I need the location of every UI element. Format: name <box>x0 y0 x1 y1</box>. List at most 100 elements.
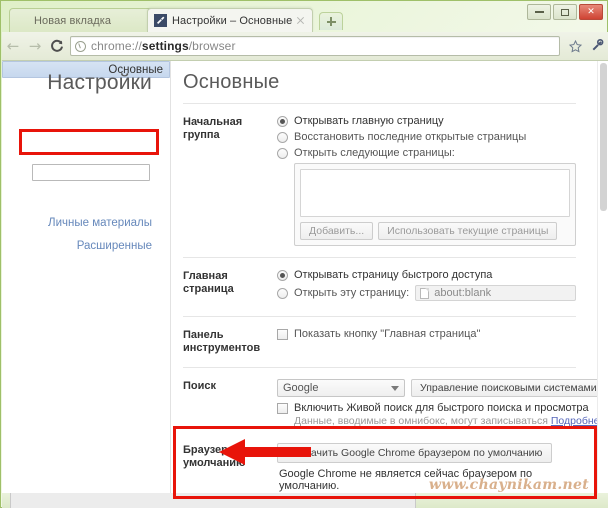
close-icon[interactable] <box>295 15 306 26</box>
forward-button[interactable]: → <box>24 35 46 57</box>
sidebar-item-advanced[interactable]: Расширенные <box>77 240 152 252</box>
settings-page: Настройки Основные Личные материалы Расш… <box>2 61 608 493</box>
close-window-button[interactable]: ✕ <box>579 4 603 20</box>
scrollbar-thumb[interactable] <box>600 63 607 211</box>
page-info-icon[interactable] <box>75 40 86 52</box>
document-icon <box>420 287 430 299</box>
sidebar-item-label: Личные материалы <box>48 217 152 229</box>
option-label: Открывать страницу быстрого доступа <box>294 269 493 281</box>
search-engine-select[interactable]: Google <box>277 379 405 397</box>
section-label: Начальная группа <box>183 116 243 141</box>
option-label: Открыть следующие страницы: <box>294 147 455 159</box>
chevron-down-icon <box>391 385 399 391</box>
option-label: Открывать главную страницу <box>294 115 444 127</box>
bookmark-button[interactable] <box>564 35 586 57</box>
startup-pages-list[interactable] <box>300 169 570 217</box>
radio-custom-homepage[interactable]: Открыть эту страницу: about:blank <box>277 285 576 301</box>
homepage-url-input[interactable]: about:blank <box>415 285 576 301</box>
radio-icon <box>277 115 288 127</box>
radio-icon <box>277 287 288 299</box>
checkbox-instant-search[interactable]: Включить Живой поиск для быстрого поиска… <box>277 402 608 414</box>
option-label: Восстановить последние открытые страницы <box>294 131 527 143</box>
checkbox-icon <box>277 402 288 414</box>
arrow-right-icon: → <box>28 36 42 55</box>
default-browser-status: Google Chrome не является сейчас браузер… <box>279 468 533 492</box>
section-label-line2: умолчанию <box>183 457 246 469</box>
browser-window: Новая вкладка Настройки – Основные ✕ ← →… <box>0 0 608 508</box>
add-page-button[interactable]: Добавить... <box>300 222 374 240</box>
plus-icon <box>326 17 336 26</box>
instant-note-text: Данные, вводимые в омнибокс, могут запис… <box>294 415 548 427</box>
section-label: Главная страница <box>183 270 234 295</box>
section-startup: Начальная группа Открывать главную стран… <box>183 115 576 246</box>
page-title: Настройки <box>47 71 152 94</box>
manage-search-engines-button[interactable]: Управление поисковыми системами... <box>411 379 608 397</box>
bottom-panel <box>10 493 416 508</box>
option-label: Включить Живой поиск для быстрого поиска… <box>294 402 589 414</box>
search-engine-value: Google <box>283 382 319 394</box>
radio-icon <box>277 269 288 281</box>
settings-main-panel: Основные Начальная группа Открывать глав… <box>171 61 608 493</box>
sidebar-item-personal[interactable]: Личные материалы <box>48 217 152 229</box>
star-icon <box>568 39 582 53</box>
window-bottom-strip <box>2 493 608 508</box>
new-tab-button[interactable] <box>319 12 343 30</box>
reload-button[interactable] <box>46 35 68 57</box>
maximize-button[interactable] <box>553 4 577 20</box>
section-body: Открывать страницу быстрого доступа Откр… <box>277 269 576 305</box>
search-input[interactable] <box>32 164 150 181</box>
settings-sidebar: Настройки Основные Личные материалы Расш… <box>2 61 170 493</box>
section-toolbar: Панель инструментов Показать кнопку "Гла… <box>183 328 576 355</box>
arrow-left-icon: ← <box>6 36 20 55</box>
section-default-browser: Браузер по умолчанию Назначить Google Ch… <box>183 443 576 492</box>
tab-title: Новая вкладка <box>34 14 112 27</box>
radio-restore-session[interactable]: Восстановить последние открытые страницы <box>277 131 576 143</box>
browser-toolbar: ← → chrome://settings/browser <box>2 32 608 61</box>
divider <box>183 257 576 258</box>
back-button[interactable]: ← <box>2 35 24 57</box>
section-title: Основные <box>183 71 280 93</box>
radio-open-homepage[interactable]: Открывать главную страницу <box>277 115 576 127</box>
section-label: Браузер по умолчанию <box>183 443 277 492</box>
section-body: Открывать главную страницу Восстановить … <box>277 115 576 246</box>
radio-newtab-page[interactable]: Открывать страницу быстрого доступа <box>277 269 576 281</box>
section-label: Панель инструментов <box>183 328 277 355</box>
tab-settings[interactable]: Настройки – Основные <box>147 8 313 32</box>
radio-icon <box>277 147 288 159</box>
window-controls: ✕ <box>527 4 603 20</box>
section-body: Google Управление поисковыми системами..… <box>277 379 608 427</box>
tab-strip: Новая вкладка Настройки – Основные ✕ <box>1 1 607 32</box>
startup-buttons: Добавить... Использовать текущие страниц… <box>295 217 575 245</box>
section-label: Поиск <box>183 380 217 392</box>
page-scrollbar[interactable] <box>597 61 608 493</box>
divider <box>183 103 576 104</box>
tab-new-tab[interactable]: Новая вкладка <box>9 8 169 32</box>
address-bar[interactable]: chrome://settings/browser <box>70 36 560 56</box>
minimize-button[interactable] <box>527 4 551 20</box>
chrome-menu-button[interactable] <box>586 35 608 57</box>
radio-open-specific-pages[interactable]: Открыть следующие страницы: <box>277 147 576 159</box>
use-current-pages-button[interactable]: Использовать текущие страницы <box>378 222 558 240</box>
radio-icon <box>277 131 288 143</box>
section-homepage: Главная страница Открывать страницу быст… <box>183 269 576 305</box>
option-label: Открыть эту страницу: <box>294 287 410 299</box>
tab-title: Настройки – Основные <box>172 14 293 27</box>
search-engine-row: Google Управление поисковыми системами..… <box>277 379 608 397</box>
reload-icon <box>51 39 63 52</box>
close-icon: ✕ <box>587 6 595 17</box>
homepage-url-value: about:blank <box>434 287 492 299</box>
option-label: Показать кнопку "Главная страница" <box>294 328 481 340</box>
section-label-line2: инструментов <box>183 342 261 354</box>
wrench-icon <box>592 39 604 51</box>
make-default-browser-button[interactable]: Назначить Google Chrome браузером по умо… <box>277 443 553 463</box>
checkbox-show-home-button[interactable]: Показать кнопку "Главная страница" <box>277 328 576 340</box>
section-search: Поиск Google Управление поисковыми систе… <box>183 379 608 427</box>
divider <box>183 316 576 317</box>
section-label-line1: Панель <box>183 329 224 341</box>
minimize-icon <box>534 11 544 13</box>
section-body: Показать кнопку "Главная страница" <box>277 328 576 355</box>
blank-favicon-icon <box>16 14 29 27</box>
maximize-icon <box>561 8 569 16</box>
section-label-line1: Браузер по <box>183 444 245 456</box>
instant-note: Данные, вводимые в омнибокс, могут запис… <box>294 415 608 427</box>
